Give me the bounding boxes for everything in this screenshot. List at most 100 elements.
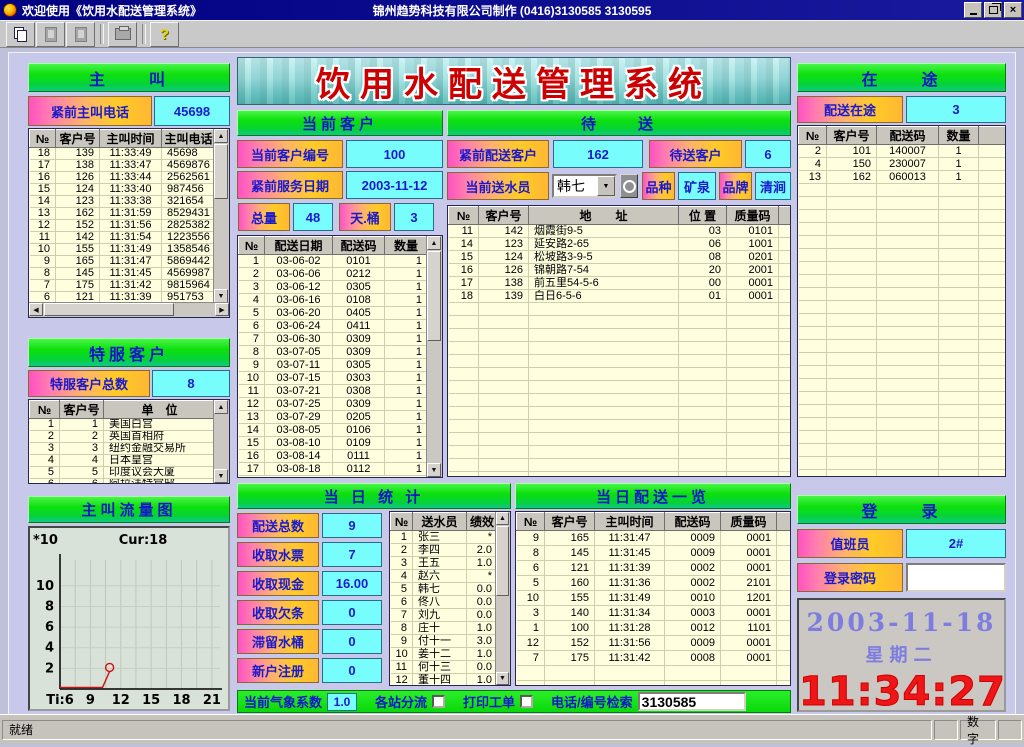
scroll-left-button[interactable]: ◀ [29,303,43,316]
refresh-circle-button[interactable] [620,174,638,198]
table-row[interactable]: 603-06-2404111 [239,320,428,333]
scroll-thumb[interactable] [496,526,509,596]
table-row[interactable]: 21011400071 [799,145,1006,158]
table-row[interactable]: 916511:31:475869442 [30,256,216,268]
table-row[interactable]: 1103-07-2103081 [239,385,428,398]
copy-button[interactable] [6,22,35,47]
table-row[interactable]: 516011:31:3600022101 [517,576,791,591]
table-row[interactable]: 1303-07-2902051 [239,411,428,424]
table-row[interactable]: 41502300071 [799,158,1006,171]
table-row[interactable]: 66阿拉法特官邸 [30,479,216,485]
table-row[interactable]: 14123延安路2-65061001 [449,238,791,251]
table-row[interactable]: 18139白日6-5-6010001 [449,290,791,303]
vertical-scrollbar[interactable]: ▲ ▼ [426,236,442,477]
table-row[interactable]: 916511:31:4700090001 [517,531,791,546]
table-row[interactable]: 717511:31:429815964 [30,280,216,292]
horizontal-scrollbar[interactable]: ◀ ▶ [29,302,229,317]
table-row[interactable]: 203-06-0602121 [239,268,428,281]
table-row[interactable]: 11何十三0.0 [391,661,498,674]
scroll-down-button[interactable]: ▼ [496,672,509,685]
phone-search-input[interactable] [638,692,746,711]
table-row[interactable]: 16126锦朝路7-54202001 [449,264,791,277]
table-row[interactable]: 1512411:33:40987456 [30,184,216,196]
app-icon[interactable] [3,3,17,17]
table-row[interactable]: 1612611:33:442562561 [30,172,216,184]
table-row[interactable]: 303-06-1203051 [239,281,428,294]
print-order-checkbox[interactable] [520,695,533,708]
table-row[interactable]: 1张三* [391,531,498,544]
table-row[interactable]: 103-06-0201011 [239,255,428,268]
table-row[interactable]: 1003-07-1503031 [239,372,428,385]
table-row[interactable]: 7刘九0.0 [391,609,498,622]
table-row[interactable]: 1316211:31:598529431 [30,208,216,220]
table-row[interactable]: 703-06-3003091 [239,333,428,346]
table-row[interactable]: 1412311:33:38321654 [30,196,216,208]
table-row[interactable]: 814511:31:454569987 [30,268,216,280]
table-row[interactable]: 1114211:31:541223556 [30,232,216,244]
scroll-down-button[interactable]: ▼ [214,469,228,483]
table-row[interactable]: 1215211:31:5600090001 [517,636,791,651]
table-row[interactable]: 803-07-0503091 [239,346,428,359]
table-row[interactable]: 17138前五里54-5-6000001 [449,277,791,290]
table-row[interactable]: 1215211:31:562825382 [30,220,216,232]
scroll-thumb[interactable] [44,303,174,316]
table-row[interactable]: 1403-08-0501061 [239,424,428,437]
restore-button[interactable] [984,2,1002,18]
table-row[interactable]: 717511:31:4200080001 [517,651,791,666]
table-row[interactable]: 12董十四1.0 [391,674,498,687]
password-input[interactable] [906,563,1006,592]
table-row[interactable]: 8庄十1.0 [391,622,498,635]
scroll-thumb[interactable] [427,251,441,341]
table-row[interactable]: 4赵六* [391,570,498,583]
vertical-scrollbar[interactable]: ▲ ▼ [213,129,229,303]
table-row[interactable]: 314011:31:3400030001 [517,606,791,621]
table-row[interactable]: 44日本皇宫 [30,455,216,467]
table-row[interactable]: 11美国白宫 [30,419,216,431]
table-row[interactable]: 22英国首相府 [30,431,216,443]
table-row[interactable]: 1203-07-2503091 [239,398,428,411]
close-button[interactable]: × [1004,2,1022,18]
table-row[interactable]: 11142烟霞街9-5030101 [449,225,791,238]
table-row[interactable]: 1503-08-1001091 [239,437,428,450]
table-row[interactable]: 503-06-2004051 [239,307,428,320]
scroll-up-button[interactable]: ▲ [214,129,228,143]
table-row[interactable]: 612111:31:3900020001 [517,561,791,576]
table-row[interactable]: 2李四2.0 [391,544,498,557]
table-row[interactable]: 1015511:31:491358546 [30,244,216,256]
scroll-up-button[interactable]: ▲ [427,236,441,250]
scroll-down-button[interactable]: ▼ [214,289,228,303]
table-row[interactable]: 55印度议会大厦 [30,467,216,479]
table-row[interactable]: 3王五1.0 [391,557,498,570]
weather-factor-value[interactable]: 1.0 [327,693,357,711]
table-row[interactable]: 33纽约金融交易所 [30,443,216,455]
vertical-scrollbar[interactable]: ▲ ▼ [213,400,229,483]
table-row[interactable]: 131620600131 [799,171,1006,184]
table-row[interactable]: 1703-08-1801121 [239,463,428,476]
table-row[interactable]: 10姜十二1.0 [391,648,498,661]
table-row[interactable]: 6佟八0.0 [391,596,498,609]
table-row[interactable]: 1813911:33:4945698 [30,148,216,160]
scroll-up-button[interactable]: ▲ [496,512,509,525]
table-row[interactable]: 110011:31:2800121101 [517,621,791,636]
worker-combobox[interactable]: 韩七 ▼ [552,174,617,198]
scroll-thumb[interactable] [214,144,228,199]
table-row[interactable]: 403-06-1601081 [239,294,428,307]
table-row[interactable]: 1015511:31:4900101201 [517,591,791,606]
paste-button[interactable] [36,22,65,47]
table-row[interactable]: 9付十一3.0 [391,635,498,648]
table-row[interactable]: 903-07-1103051 [239,359,428,372]
paste-special-button[interactable] [66,22,95,47]
minimize-button[interactable] [964,2,982,18]
chevron-down-icon[interactable]: ▼ [597,176,615,196]
help-button[interactable]: ? [150,22,179,47]
vertical-scrollbar[interactable]: ▲ ▼ [495,512,510,685]
table-row[interactable]: 15124松坡路3-9-5080201 [449,251,791,264]
table-row[interactable]: 5韩七0.0 [391,583,498,596]
table-row[interactable]: 814511:31:4500090001 [517,546,791,561]
table-row[interactable]: 1713811:33:474569876 [30,160,216,172]
scroll-down-button[interactable]: ▼ [427,463,441,477]
station-split-checkbox[interactable] [432,695,445,708]
scroll-right-button[interactable]: ▶ [215,303,229,316]
scroll-up-button[interactable]: ▲ [214,400,228,414]
print-button[interactable] [108,22,137,47]
